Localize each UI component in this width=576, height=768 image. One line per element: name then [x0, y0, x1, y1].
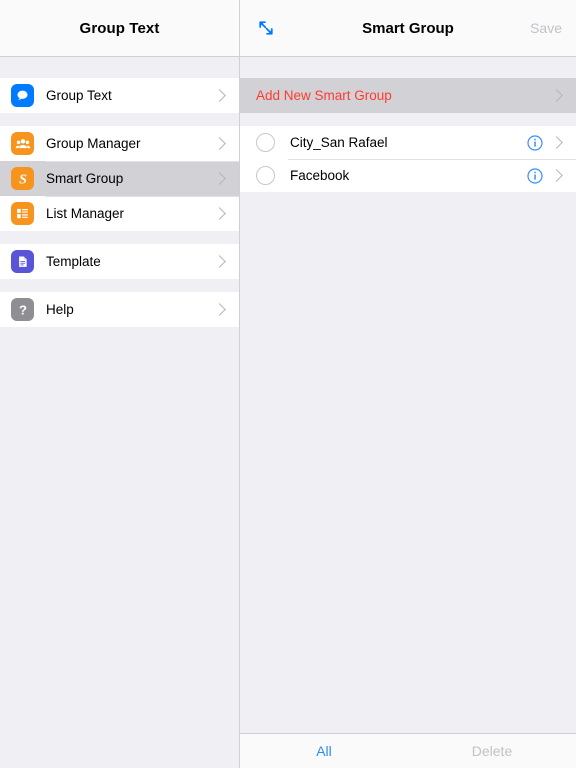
speech-bubble-icon — [11, 84, 34, 107]
list-item[interactable]: Facebook — [240, 159, 576, 192]
sidebar-item-group-manager[interactable]: Group Manager — [0, 126, 239, 161]
delete-button[interactable]: Delete — [408, 743, 576, 759]
people-group-icon — [11, 132, 34, 155]
svg-text:?: ? — [19, 302, 27, 317]
select-circle-icon[interactable] — [256, 133, 275, 152]
chevron-right-icon — [213, 172, 226, 185]
detail-title: Smart Group — [362, 19, 454, 37]
app-root: Group Text Group Text Group Manager S Sm… — [0, 0, 576, 768]
sidebar-item-group-text[interactable]: Group Text — [0, 78, 239, 113]
sidebar-group: Template — [0, 244, 239, 279]
select-circle-icon[interactable] — [256, 166, 275, 185]
sidebar-item-label: Smart Group — [46, 171, 124, 186]
sidebar-group: Group Manager S Smart Group List Manager — [0, 126, 239, 231]
list-item-label: Facebook — [290, 168, 350, 183]
sidebar-group: ? Help — [0, 292, 239, 327]
chevron-right-icon — [213, 207, 226, 220]
sidebar-title: Group Text — [79, 19, 160, 37]
list-grid-icon — [11, 202, 34, 225]
sidebar-item-label: Help — [46, 302, 74, 317]
chevron-right-icon — [213, 137, 226, 150]
chevron-right-icon — [213, 255, 226, 268]
sidebar-item-help[interactable]: ? Help — [0, 292, 239, 327]
add-new-smart-group-button[interactable]: Add New Smart Group — [240, 78, 576, 113]
sidebar-header: Group Text — [0, 0, 239, 57]
sidebar-item-label: Group Text — [46, 88, 112, 103]
sidebar-item-label: Template — [46, 254, 101, 269]
chevron-right-icon — [550, 136, 563, 149]
detail-panel: Smart Group Save Add New Smart Group Cit… — [240, 0, 576, 768]
sidebar-item-smart-group[interactable]: S Smart Group — [0, 161, 239, 196]
chevron-right-icon — [213, 303, 226, 316]
chevron-right-icon — [550, 89, 563, 102]
question-mark-icon: ? — [11, 298, 34, 321]
expand-arrows-icon[interactable] — [254, 16, 278, 40]
sidebar-group: Group Text — [0, 78, 239, 113]
document-icon — [11, 250, 34, 273]
sidebar-menu: Group Text Group Manager S Smart Group L… — [0, 57, 239, 768]
sidebar-item-label: List Manager — [46, 206, 125, 221]
sidebar-panel: Group Text Group Text Group Manager S Sm… — [0, 0, 240, 768]
save-button[interactable]: Save — [530, 20, 562, 36]
sidebar-item-template[interactable]: Template — [0, 244, 239, 279]
detail-header: Smart Group Save — [240, 0, 576, 57]
chevron-right-icon — [550, 169, 563, 182]
sidebar-item-list-manager[interactable]: List Manager — [0, 196, 239, 231]
smart-group-list: City_San Rafael Facebook — [240, 126, 576, 192]
list-item[interactable]: City_San Rafael — [240, 126, 576, 159]
add-new-smart-group-label: Add New Smart Group — [256, 88, 392, 103]
letter-s-icon: S — [11, 167, 34, 190]
info-icon[interactable] — [527, 167, 543, 184]
info-icon[interactable] — [527, 134, 543, 151]
select-all-button[interactable]: All — [240, 743, 408, 759]
bottom-toolbar: All Delete — [240, 733, 576, 768]
svg-text:S: S — [19, 172, 27, 186]
detail-body: Add New Smart Group City_San Rafael Face… — [240, 57, 576, 733]
list-item-label: City_San Rafael — [290, 135, 388, 150]
sidebar-item-label: Group Manager — [46, 136, 141, 151]
chevron-right-icon — [213, 89, 226, 102]
